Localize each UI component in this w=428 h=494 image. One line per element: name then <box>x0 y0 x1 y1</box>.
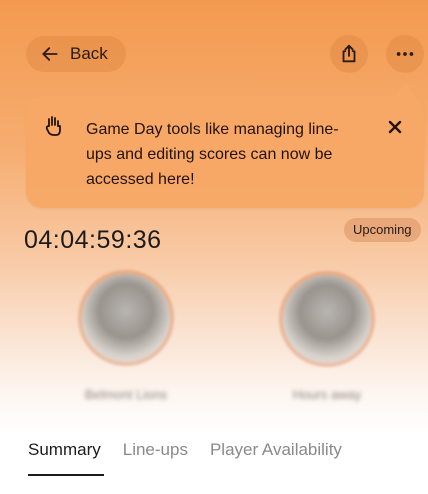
tab-line-ups[interactable]: Line-ups <box>123 440 188 460</box>
close-banner-button[interactable] <box>384 116 406 138</box>
match-countdown: 04:04:59:36 <box>24 226 162 254</box>
active-tab-indicator <box>28 474 104 476</box>
share-icon <box>342 44 356 63</box>
back-button[interactable]: Back <box>26 36 126 72</box>
home-team-avatar[interactable] <box>82 274 170 362</box>
share-button[interactable] <box>330 35 368 73</box>
close-icon <box>388 120 402 134</box>
more-horizontal-icon <box>396 52 414 56</box>
tab-summary[interactable]: Summary <box>28 440 101 460</box>
hand-icon <box>45 116 61 136</box>
banner-pointer <box>396 82 416 97</box>
status-badge: Upcoming <box>344 218 421 242</box>
tab-player-availability[interactable]: Player Availability <box>210 440 342 460</box>
home-team-name: Belmont Lions <box>84 387 168 402</box>
match-tabs: Summary Line-ups Player Availability <box>28 440 342 460</box>
back-label: Back <box>70 44 108 63</box>
away-team-name: Hours away <box>292 387 362 402</box>
more-options-button[interactable] <box>386 35 424 73</box>
banner-message: Game Day tools like managing line-ups an… <box>86 121 339 188</box>
away-team-avatar[interactable] <box>283 275 371 363</box>
arrow-left-icon <box>42 47 58 61</box>
